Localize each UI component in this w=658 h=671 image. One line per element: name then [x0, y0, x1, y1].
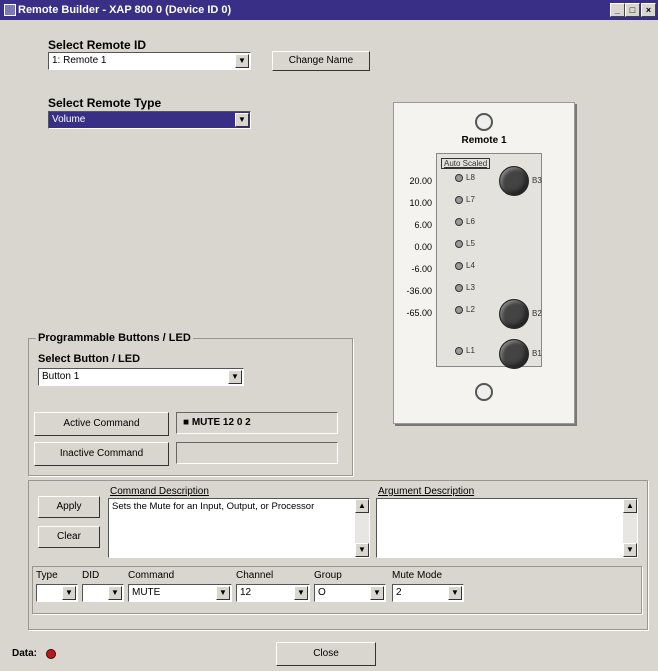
led-l5-icon[interactable] — [455, 240, 463, 248]
button-b3-knob[interactable] — [499, 166, 529, 196]
mute-mode-label: Mute Mode — [392, 570, 443, 581]
title-bar: Remote Builder - XAP 800 0 (Device ID 0)… — [0, 0, 658, 20]
remote-type-select[interactable]: Volume ▼ — [48, 111, 251, 129]
programmable-buttons-label: Programmable Buttons / LED — [36, 332, 193, 344]
scroll-up-icon[interactable]: ▲ — [355, 499, 369, 513]
led-label: L1 — [466, 346, 475, 355]
led-label: L5 — [466, 239, 475, 248]
knob-label: B3 — [532, 176, 542, 185]
level-label: 0.00 — [414, 242, 432, 252]
button-led-select[interactable]: Button 1 ▼ — [38, 368, 244, 386]
inactive-command-tab[interactable]: Inactive Command — [34, 442, 169, 466]
select-remote-type-label: Select Remote Type — [48, 96, 162, 110]
led-l2-icon[interactable] — [455, 306, 463, 314]
active-command-tab[interactable]: Active Command — [34, 412, 169, 436]
command-select[interactable]: MUTE ▼ — [128, 584, 232, 602]
remote-faceplate: Auto Scaled L8 L7 L6 L5 L4 L3 L2 L1 B3 B… — [436, 153, 542, 369]
select-button-led-label: Select Button / LED — [38, 353, 141, 365]
remote-type-value: Volume — [52, 114, 86, 125]
level-label: 10.00 — [409, 198, 432, 208]
chevron-down-icon[interactable]: ▼ — [235, 54, 249, 68]
minimize-button[interactable]: _ — [610, 3, 625, 17]
remote-preview-panel: Remote 1 Auto Scaled L8 L7 L6 L5 L4 L3 L… — [393, 102, 575, 424]
command-description-label: Command Description — [110, 486, 209, 497]
chevron-down-icon[interactable]: ▼ — [228, 370, 242, 384]
led-l3-icon[interactable] — [455, 284, 463, 292]
command-label: Command — [128, 570, 175, 581]
mute-mode-value: 2 — [396, 587, 402, 598]
scrollbar[interactable]: ▲ ▼ — [355, 499, 369, 557]
level-label: -65.00 — [406, 308, 432, 318]
remote-builder-window: Remote Builder - XAP 800 0 (Device ID 0)… — [0, 0, 658, 671]
type-select[interactable]: ▼ — [36, 584, 78, 602]
did-select[interactable]: ▼ — [82, 584, 124, 602]
chevron-down-icon[interactable]: ▼ — [448, 586, 462, 600]
channel-value: 12 — [240, 587, 252, 598]
mute-mode-select[interactable]: 2 ▼ — [392, 584, 464, 602]
close-button[interactable]: Close — [276, 642, 376, 666]
scroll-up-icon[interactable]: ▲ — [623, 499, 637, 513]
button-b1-knob[interactable] — [499, 339, 529, 369]
screw-bottom-icon — [475, 383, 493, 401]
remote-id-select[interactable]: 1: Remote 1 ▼ — [48, 52, 251, 70]
led-l6-icon[interactable] — [455, 218, 463, 226]
did-label: DID — [82, 570, 100, 581]
led-label: L3 — [466, 283, 475, 292]
knob-label: B1 — [532, 349, 542, 358]
led-l7-icon[interactable] — [455, 196, 463, 204]
close-window-button[interactable]: × — [641, 3, 656, 17]
data-status-led-icon — [46, 649, 56, 659]
auto-scaled-label: Auto Scaled — [441, 158, 491, 169]
led-label: L8 — [466, 173, 475, 182]
command-description-box[interactable]: Sets the Mute for an Input, Output, or P… — [108, 498, 370, 558]
scroll-down-icon[interactable]: ▼ — [623, 543, 637, 557]
argument-description-label: Argument Description — [378, 486, 475, 497]
scrollbar[interactable]: ▲ ▼ — [623, 499, 637, 557]
maximize-button[interactable]: □ — [625, 3, 640, 17]
select-remote-id-label: Select Remote ID — [48, 38, 147, 52]
led-l1-icon[interactable] — [455, 347, 463, 355]
button-b2-knob[interactable] — [499, 299, 529, 329]
chevron-down-icon[interactable]: ▼ — [294, 586, 308, 600]
inactive-command-display — [176, 442, 338, 464]
clear-button[interactable]: Clear — [38, 526, 100, 548]
command-value: MUTE — [132, 587, 161, 598]
chevron-down-icon[interactable]: ▼ — [235, 113, 249, 127]
command-description-text: Sets the Mute for an Input, Output, or P… — [112, 501, 315, 512]
chevron-down-icon[interactable]: ▼ — [108, 586, 122, 600]
led-label: L2 — [466, 305, 475, 314]
argument-description-box[interactable]: ▲ ▼ — [376, 498, 638, 558]
group-value: O — [318, 587, 326, 598]
led-label: L4 — [466, 261, 475, 270]
group-label: Group — [314, 570, 342, 581]
chevron-down-icon[interactable]: ▼ — [216, 586, 230, 600]
change-name-button[interactable]: Change Name — [272, 51, 370, 71]
screw-top-icon — [475, 113, 493, 131]
app-icon[interactable] — [4, 4, 16, 16]
channel-label: Channel — [236, 570, 274, 581]
window-title: Remote Builder - XAP 800 0 (Device ID 0) — [18, 4, 232, 16]
led-label: L6 — [466, 217, 475, 226]
active-command-value: ■ MUTE 12 0 2 — [183, 417, 251, 428]
knob-label: B2 — [532, 309, 542, 318]
level-label: -36.00 — [406, 286, 432, 296]
led-label: L7 — [466, 195, 475, 204]
data-status-label: Data: — [12, 648, 38, 659]
channel-select[interactable]: 12 ▼ — [236, 584, 310, 602]
remote-name: Remote 1 — [461, 135, 507, 146]
level-label: 6.00 — [414, 220, 432, 230]
scroll-down-icon[interactable]: ▼ — [355, 543, 369, 557]
remote-id-value: 1: Remote 1 — [52, 55, 107, 66]
active-command-display: ■ MUTE 12 0 2 — [176, 412, 338, 434]
button-led-value: Button 1 — [42, 371, 80, 382]
group-select[interactable]: O ▼ — [314, 584, 386, 602]
chevron-down-icon[interactable]: ▼ — [62, 586, 76, 600]
type-label: Type — [36, 570, 58, 581]
level-label: 20.00 — [409, 176, 432, 186]
apply-button[interactable]: Apply — [38, 496, 100, 518]
led-l4-icon[interactable] — [455, 262, 463, 270]
chevron-down-icon[interactable]: ▼ — [370, 586, 384, 600]
led-l8-icon[interactable] — [455, 174, 463, 182]
level-label: -6.00 — [411, 264, 432, 274]
